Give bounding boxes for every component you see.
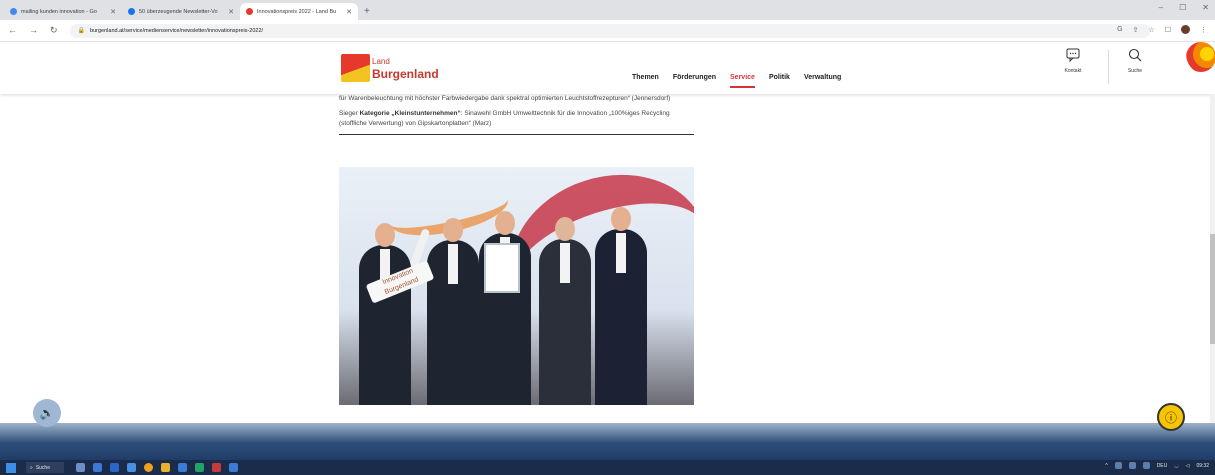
profile-avatar[interactable] <box>1181 25 1190 34</box>
system-tray: ^ DEU ◡ ◁ 09:32 <box>1105 462 1209 469</box>
info-icon: ⓘ <box>1164 410 1177 425</box>
main-navigation: Themen Förderungen Service Politik Verwaltun… <box>632 74 841 88</box>
windows-taskbar: ⌕ Suche ^ DEU ◡ ◁ 09:32 <box>0 460 1215 475</box>
menu-icon[interactable]: ⋮ <box>1200 26 1207 34</box>
browser-tab[interactable]: Innovationspreis 2022 - Land Bu ✕ <box>240 3 358 20</box>
minimize-icon[interactable]: – <box>1159 3 1163 12</box>
chat-icon <box>1066 48 1080 63</box>
taskbar-search-label: Suche <box>35 464 50 471</box>
tab-title: Innovationspreis 2022 - Land Bu <box>257 8 337 15</box>
lock-icon: 🔒 <box>77 28 86 34</box>
share-icon[interactable]: ⇪ <box>1133 26 1139 34</box>
url-field[interactable]: 🔒 burgenland.at/service/medienservice/ne… <box>69 23 1150 38</box>
contact-button[interactable]: Kontakt <box>1058 48 1088 74</box>
article-paragraph-1: für Warenbeleuchtung mit höchster Farbwi… <box>339 95 671 102</box>
browser-extensions: G ⇪ ☆ ☐ ⋮ <box>1117 25 1207 34</box>
taskbar-explorer-icon[interactable] <box>161 463 170 472</box>
article-content: für Warenbeleuchtung mit höchster Farbwi… <box>339 94 694 135</box>
site-header: Land Burgenland Themen Förderungen Service… <box>0 42 1215 94</box>
read-aloud-button[interactable]: 🔈 <box>33 399 61 427</box>
photo-person <box>427 218 479 405</box>
close-icon[interactable]: ✕ <box>1202 3 1209 12</box>
search-button[interactable]: Suche <box>1120 48 1150 74</box>
article-paragraph-2: Sieger Kategorie „Kleinstunternehmen“: S… <box>339 109 694 129</box>
footer-image-band <box>0 423 1215 463</box>
taskbar-app-icon[interactable] <box>110 463 119 472</box>
tray-chevron-icon[interactable]: ^ <box>1105 463 1107 469</box>
tray-icon[interactable] <box>1114 462 1122 469</box>
tab-close-icon[interactable]: ✕ <box>110 8 116 16</box>
new-tab-button[interactable]: + <box>364 6 370 17</box>
photo-certificate <box>484 243 520 293</box>
reload-icon[interactable]: ↻ <box>50 25 58 36</box>
bookmark-star-icon[interactable]: ☆ <box>1148 26 1154 34</box>
forward-icon[interactable]: → <box>29 25 38 36</box>
burgenland-logo[interactable]: Land Burgenland <box>341 52 439 86</box>
taskbar-app-icon[interactable] <box>76 463 85 472</box>
header-divider <box>1108 50 1109 84</box>
taskbar-search[interactable]: ⌕ Suche <box>26 462 64 473</box>
tab-title: 50 überzeugende Newsletter-Vo <box>139 8 218 15</box>
tray-language[interactable]: DEU <box>1157 463 1168 469</box>
nav-item-verwaltung[interactable]: Verwaltung <box>804 74 841 81</box>
nav-item-service[interactable]: Service <box>730 74 755 88</box>
window-controls: – ☐ ✕ <box>1159 3 1209 12</box>
tray-clock[interactable]: 09:32 <box>1196 463 1209 469</box>
url-text: burgenland.at/service/medienservice/news… <box>90 27 264 34</box>
taskbar-app-icon[interactable] <box>212 463 221 472</box>
tab-close-icon[interactable]: ✕ <box>228 8 234 16</box>
page-scrollbar[interactable] <box>1210 94 1215 423</box>
para2-prefix: Sieger <box>339 110 360 117</box>
para2-bold: Kategorie „Kleinstunternehmen“ <box>359 110 461 117</box>
tab-favicon-icon <box>246 8 253 15</box>
tray-icon[interactable] <box>1142 462 1150 469</box>
sidepanel-icon[interactable]: ☐ <box>1165 26 1171 34</box>
address-bar: ← → ↻ 🔒 burgenland.at/service/medienserv… <box>0 20 1215 42</box>
logo-line2: Burgenland <box>372 67 439 81</box>
nav-item-themen[interactable]: Themen <box>632 74 659 81</box>
taskbar-app-icon[interactable] <box>229 463 238 472</box>
nav-item-politik[interactable]: Politik <box>769 74 790 81</box>
nav-item-förderungen[interactable]: Förderungen <box>673 74 716 81</box>
tab-favicon-icon <box>128 8 135 15</box>
flag-icon <box>341 54 370 82</box>
volume-icon[interactable]: ◁ <box>1186 463 1190 469</box>
logo-line1: Land <box>372 57 390 66</box>
tab-title: mailing kunden innovation - Go <box>21 8 97 15</box>
scrollbar-thumb[interactable] <box>1210 234 1215 344</box>
taskbar-app-icon[interactable] <box>178 463 187 472</box>
tab-favicon-icon <box>10 8 17 15</box>
tab-close-icon[interactable]: ✕ <box>346 8 352 16</box>
search-icon <box>1128 48 1142 62</box>
back-icon[interactable]: ← <box>8 25 17 36</box>
taskbar-app-icon[interactable] <box>93 463 102 472</box>
award-photo: Innovation Burgenland <box>339 167 694 405</box>
contact-label: Kontakt <box>1064 68 1082 74</box>
content-divider <box>339 134 694 135</box>
photo-person <box>595 207 647 405</box>
taskbar-chrome-icon[interactable] <box>144 463 153 472</box>
search-label: Suche <box>1127 68 1143 74</box>
burgenland-swirl-icon <box>1186 42 1215 72</box>
photo-person <box>539 217 591 405</box>
wifi-icon[interactable]: ◡ <box>1174 463 1178 469</box>
taskbar-app-icon[interactable] <box>195 463 204 472</box>
maximize-icon[interactable]: ☐ <box>1179 3 1186 12</box>
browser-tab[interactable]: 50 überzeugende Newsletter-Vo ✕ <box>122 3 240 20</box>
browser-tab[interactable]: mailing kunden innovation - Go ✕ <box>4 3 122 20</box>
speaker-icon: 🔈 <box>39 406 55 420</box>
google-icon[interactable]: G <box>1117 26 1122 33</box>
windows-start-icon[interactable] <box>6 462 16 473</box>
browser-tab-bar: mailing kunden innovation - Go ✕ 50 überze… <box>0 0 1215 20</box>
tray-icon[interactable] <box>1128 462 1136 469</box>
taskbar-app-icon[interactable] <box>127 463 136 472</box>
info-button[interactable]: ⓘ <box>1157 403 1185 431</box>
